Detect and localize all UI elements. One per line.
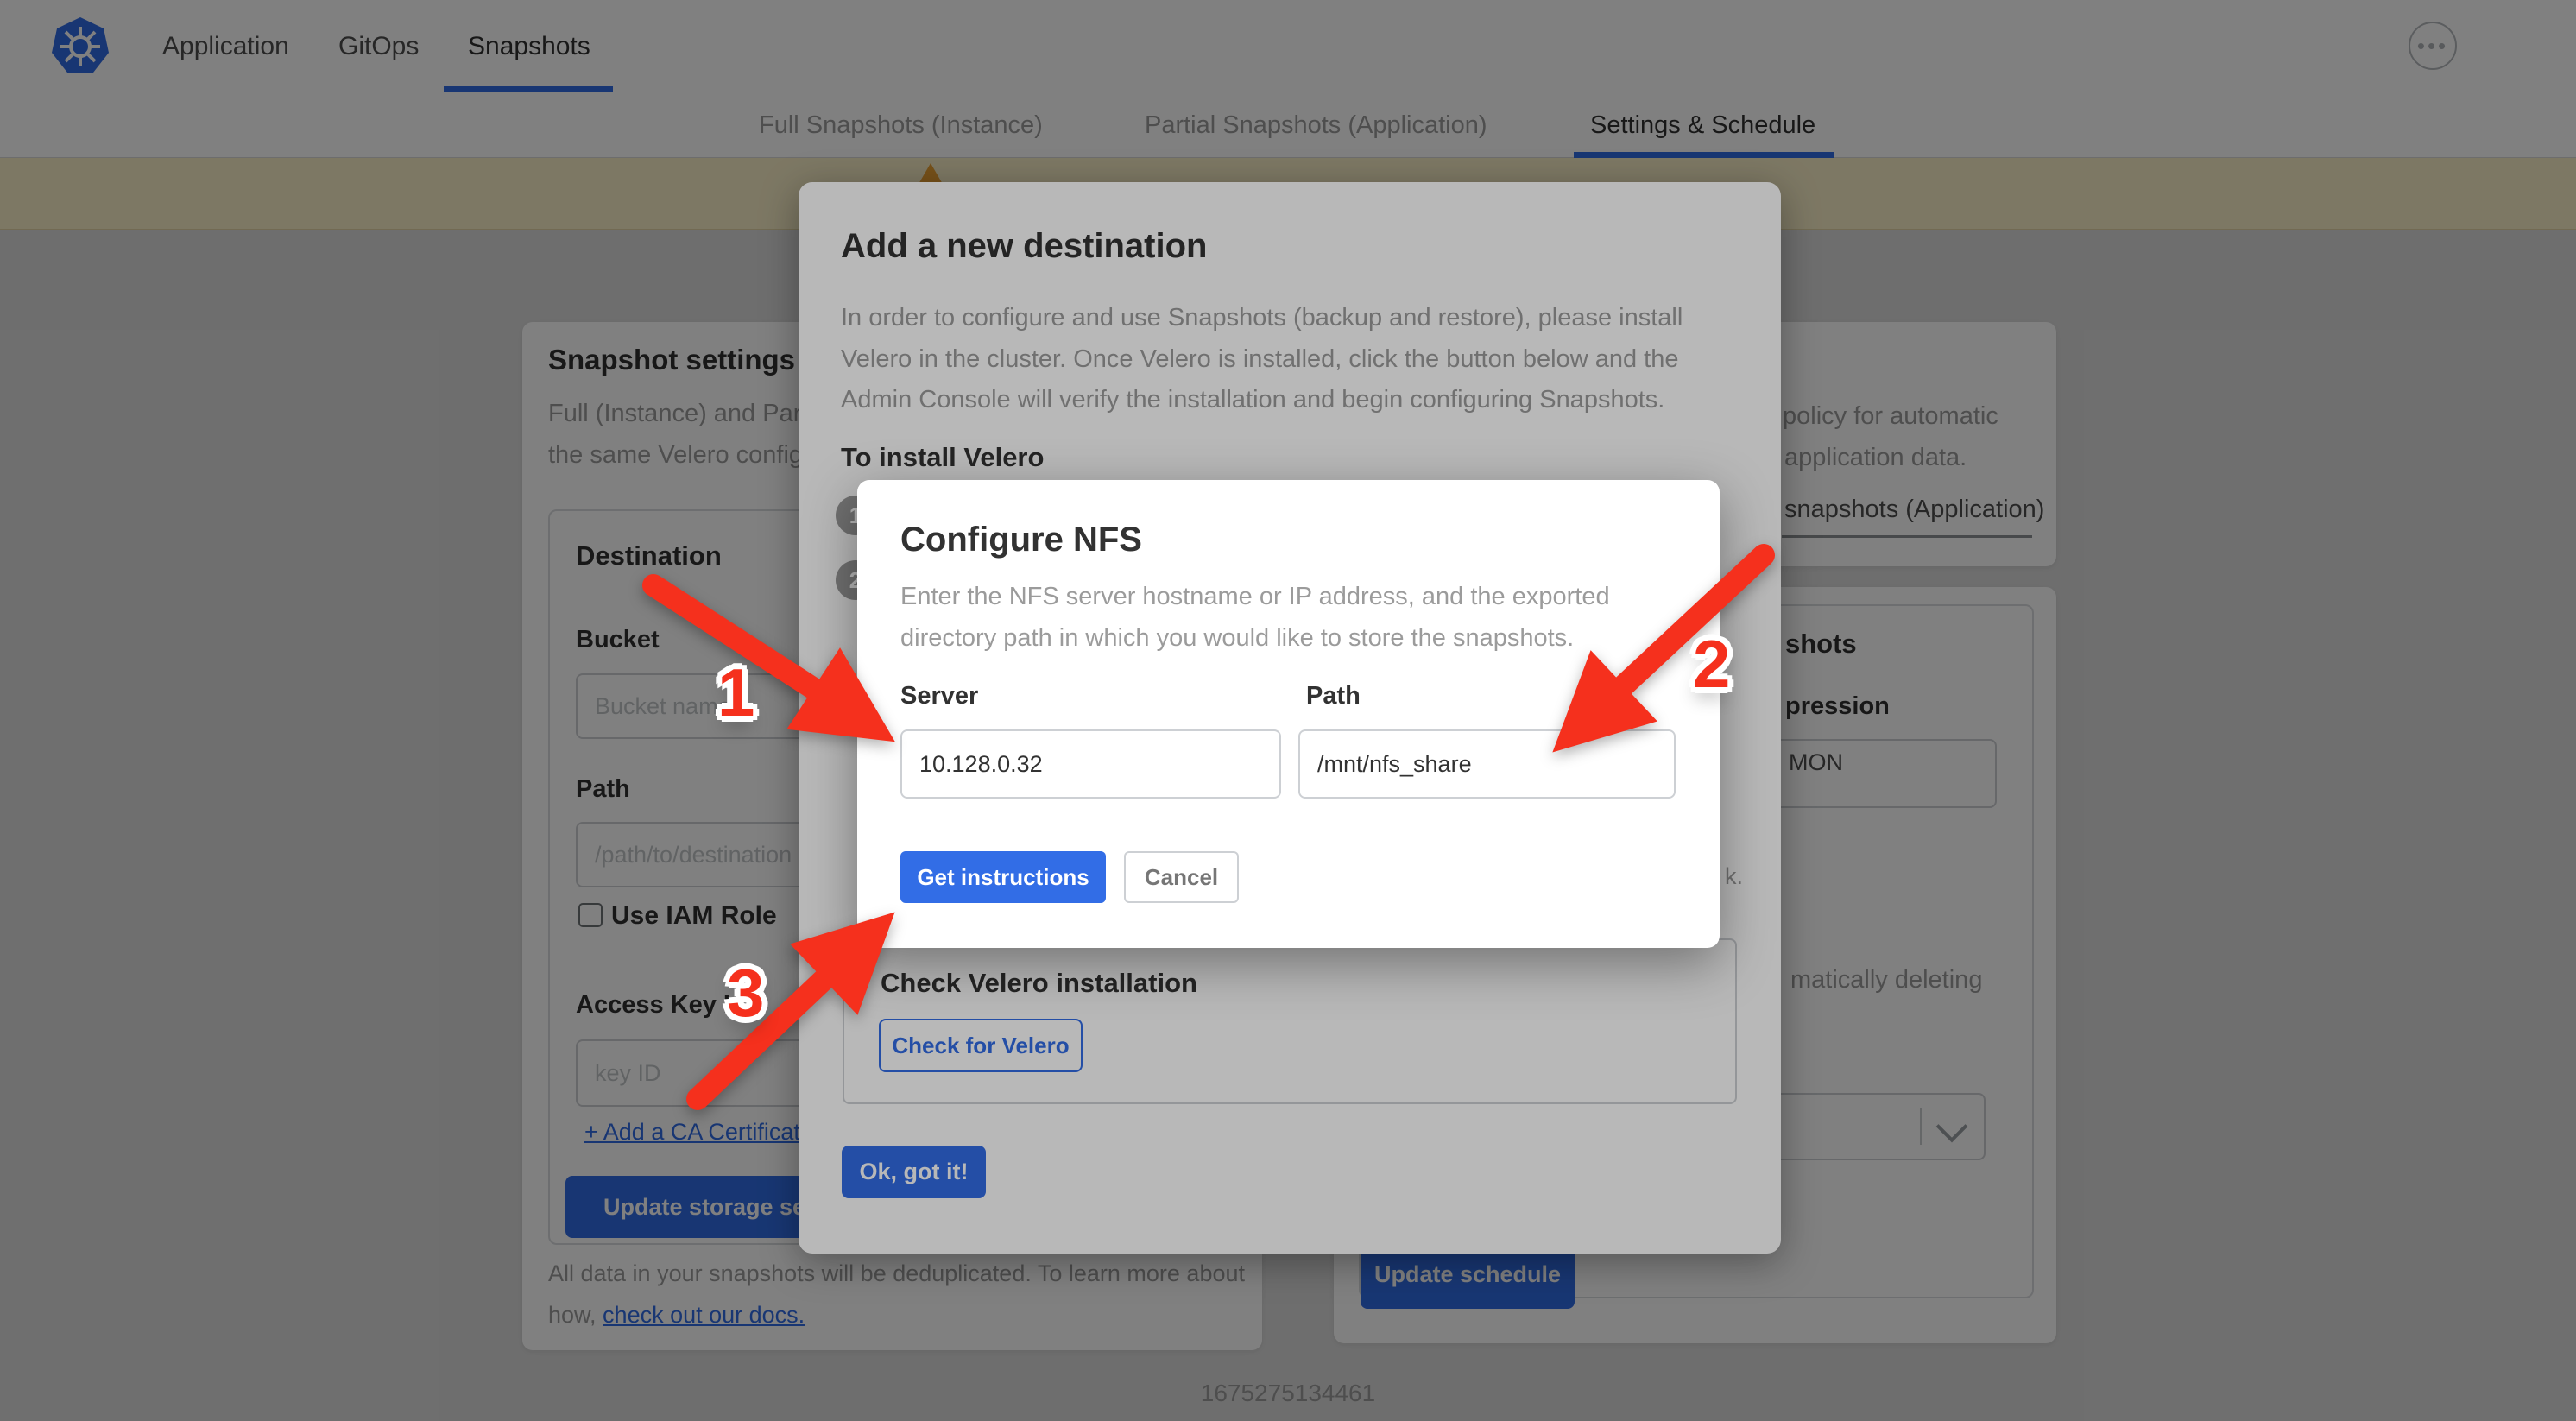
admin-console-app: Application GitOps Snapshots ••• Full Sn… — [0, 0, 2576, 1421]
configure-nfs-modal: Configure NFS Enter the NFS server hostn… — [857, 480, 1720, 948]
nfs-path-input[interactable] — [1298, 729, 1676, 799]
cancel-button[interactable]: Cancel — [1124, 851, 1239, 903]
configure-nfs-body-line1: Enter the NFS server hostname or IP addr… — [900, 583, 1610, 611]
configure-nfs-body-line2: directory path in which you would like t… — [900, 624, 1574, 653]
nfs-server-label: Server — [900, 682, 978, 710]
get-instructions-button[interactable]: Get instructions — [900, 851, 1106, 903]
nfs-server-input[interactable] — [900, 729, 1281, 799]
nfs-path-label: Path — [1306, 682, 1361, 710]
configure-nfs-title: Configure NFS — [900, 521, 1142, 559]
